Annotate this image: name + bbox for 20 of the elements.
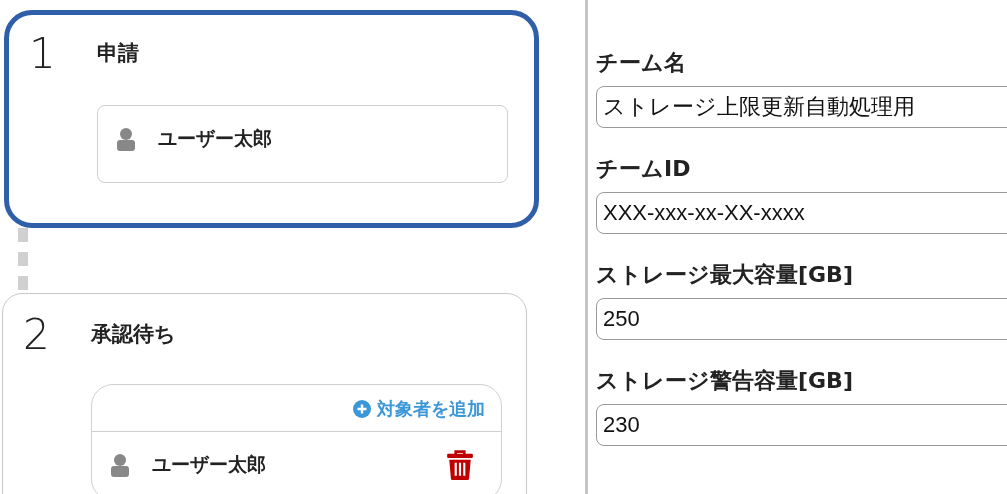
input-field[interactable]: XXX-xxx-xx-XX-xxxx: [596, 192, 1007, 234]
field-label: ストレージ最大容量[GB]: [596, 261, 854, 289]
step-title: 承認待ち: [91, 321, 177, 348]
input-field[interactable]: 230: [596, 404, 1007, 446]
delete-button[interactable]: [447, 450, 473, 480]
field-label: チーム名: [596, 49, 687, 77]
trash-icon: [447, 450, 473, 480]
input-field[interactable]: ストレージ上限更新自動処理用: [596, 86, 1007, 128]
input-field[interactable]: 250: [596, 298, 1007, 340]
step-title: 申請: [97, 40, 140, 67]
assignee-name: ユーザー太郎: [158, 126, 273, 151]
field-label: ストレージ警告容量[GB]: [596, 367, 854, 395]
plus-circle-icon: [353, 400, 371, 418]
step-number: 2: [23, 309, 51, 361]
assignee-name: ユーザー太郎: [152, 452, 267, 477]
person-icon: [110, 453, 130, 477]
dashed-connector: [18, 228, 28, 293]
field-label: チームID: [596, 155, 692, 183]
person-icon: [116, 127, 136, 151]
step-number: 1: [29, 28, 57, 80]
